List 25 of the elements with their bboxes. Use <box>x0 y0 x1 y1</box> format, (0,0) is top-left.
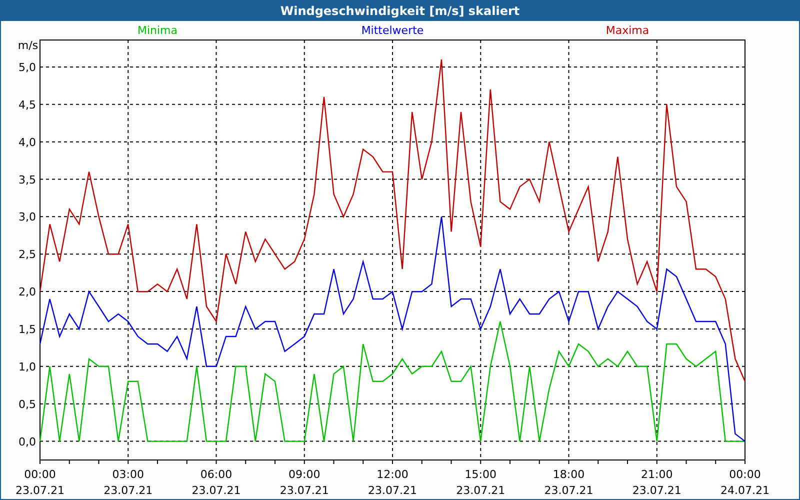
x-tick-label: 00:00 23.07.21 <box>14 467 66 499</box>
y-tick-label: 0,5 <box>18 398 36 411</box>
x-tick-label: 09:00 23.07.21 <box>278 467 330 499</box>
y-axis-label: m/s <box>18 39 38 52</box>
y-tick-label: 4,5 <box>18 98 36 112</box>
y-tick-label: 2,0 <box>18 286 36 299</box>
y-tick-label: 1,0 <box>18 360 36 374</box>
x-tick-label: 00:00 24.07.21 <box>720 467 770 499</box>
legend-label: Mittelwerte <box>361 24 424 37</box>
window-title: Windgeschwindigkeit [m/s] skaliert <box>1 1 799 21</box>
x-tick-label: 06:00 23.07.21 <box>190 467 242 499</box>
y-tick-label: 4,0 <box>18 136 36 149</box>
y-tick-label: 3,5 <box>18 173 36 186</box>
y-tick-label: 2,5 <box>18 248 36 262</box>
x-tick-label: 18:00 23.07.21 <box>543 467 594 499</box>
y-tick-label: 3,0 <box>18 210 36 224</box>
legend-label: Minima <box>137 24 178 37</box>
x-tick-label: 12:00 23.07.21 <box>367 467 418 499</box>
y-tick-label: 0,0 <box>18 435 36 448</box>
x-tick-label: 03:00 23.07.21 <box>102 467 154 499</box>
x-tick-label: 21:00 23.07.21 <box>631 467 682 499</box>
x-tick-label: 15:00 23.07.21 <box>455 467 506 499</box>
y-tick-label: 5,0 <box>18 60 36 74</box>
y-tick-label: 1,5 <box>18 322 36 336</box>
legend-label: Maxima <box>606 24 650 37</box>
